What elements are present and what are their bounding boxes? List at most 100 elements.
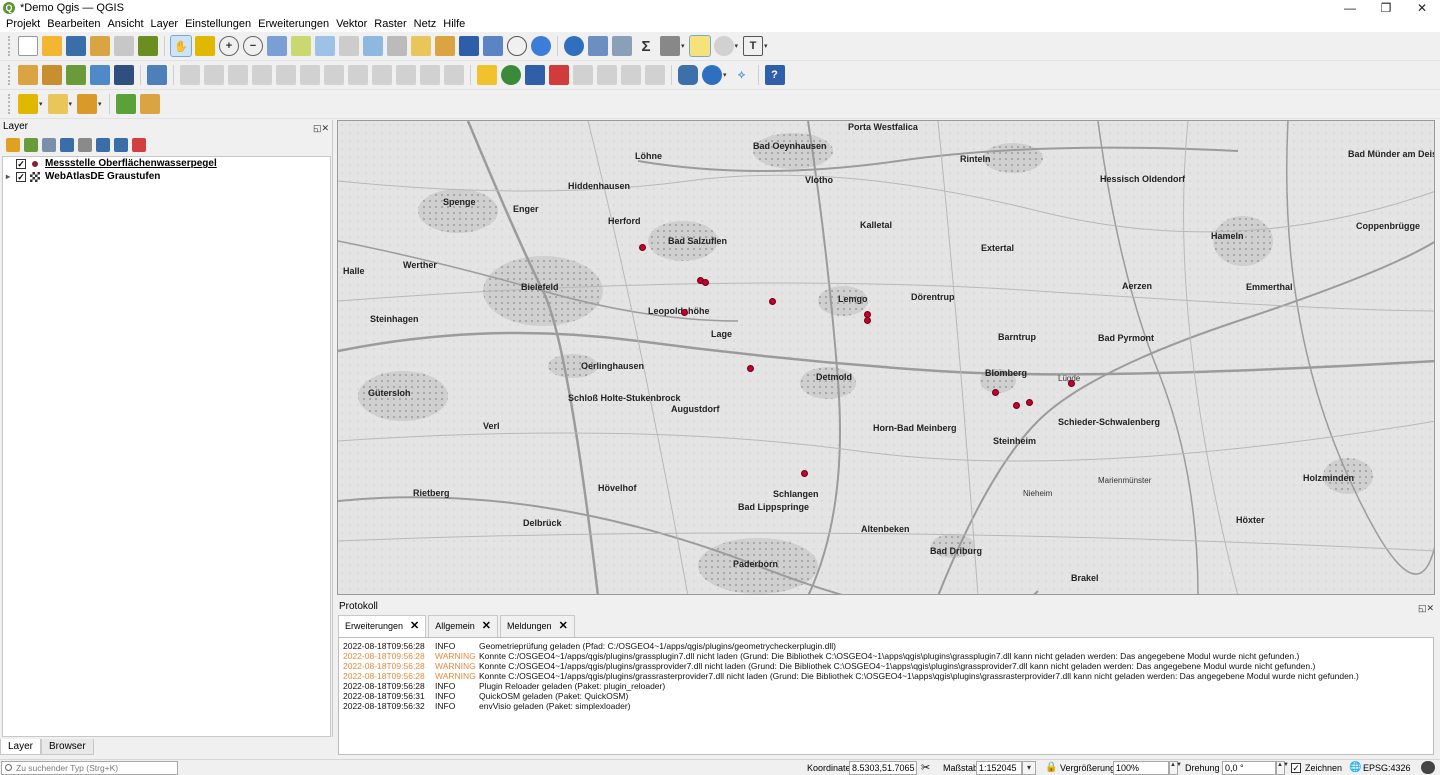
panel-float-close-icon[interactable]: ◱✕ (313, 121, 329, 135)
locator-search-input[interactable]: Zu suchender Typ (Strg+K) (1, 761, 178, 775)
menu-ansicht[interactable]: Ansicht (107, 18, 143, 30)
lock-scale-icon[interactable]: 🔒 (1045, 761, 1057, 775)
add-group-icon[interactable] (24, 138, 38, 152)
layer-name[interactable]: Messstelle Oberflächenwasserpegel (45, 158, 217, 169)
maximize-button[interactable]: ❐ (1368, 0, 1404, 16)
refresh-icon[interactable] (531, 36, 551, 56)
zoom-native-icon[interactable] (339, 36, 359, 56)
field-calculator-icon[interactable] (612, 36, 632, 56)
select-icon[interactable] (713, 36, 734, 56)
diagram-icon[interactable] (501, 65, 521, 85)
chevron-down-icon[interactable]: ▾ (735, 42, 739, 50)
gauging-station-point[interactable] (702, 279, 709, 286)
attribute-table-icon[interactable] (588, 36, 608, 56)
crs-globe-icon[interactable]: 🌐 (1349, 761, 1361, 775)
scale-dropdown-icon[interactable]: ▾ (1022, 761, 1036, 775)
map-canvas[interactable]: Porta Westfalica Bad Oeynhausen Rinteln … (337, 120, 1435, 595)
menu-layer[interactable]: Layer (151, 18, 179, 30)
gauging-station-point[interactable] (1013, 402, 1020, 409)
save-edits-icon[interactable] (228, 65, 248, 85)
chevron-down-icon[interactable]: ▾ (98, 100, 102, 108)
zoom-out-icon[interactable]: − (243, 36, 263, 56)
map-tips-icon[interactable] (688, 35, 711, 57)
gauging-station-point[interactable] (992, 389, 999, 396)
close-tab-icon[interactable]: ✕ (559, 616, 568, 637)
layer-visibility-checkbox[interactable]: ✓ (16, 171, 26, 182)
layer-name[interactable]: WebAtlasDE Graustufen (45, 171, 160, 182)
layer-visibility-checkbox[interactable]: ✓ (16, 158, 26, 169)
move-label-icon[interactable] (573, 65, 593, 85)
menu-projekt[interactable]: Projekt (6, 18, 40, 30)
north-arrow-icon[interactable]: ⟡ (732, 65, 752, 85)
gauging-station-point[interactable] (747, 365, 754, 372)
expand-all-icon[interactable] (96, 138, 110, 152)
new-project-icon[interactable] (18, 36, 38, 56)
collapse-all-icon[interactable] (114, 138, 128, 152)
temporal-controller-icon[interactable] (507, 36, 527, 56)
menu-hilfe[interactable]: Hilfe (443, 18, 465, 30)
gauging-station-point[interactable] (1068, 380, 1075, 387)
identify-icon[interactable] (564, 36, 584, 56)
style-manager-icon[interactable] (138, 36, 158, 56)
undo-icon[interactable] (420, 65, 440, 85)
tab-allgemein[interactable]: Allgemein ✕ (428, 615, 499, 637)
add-db-icon[interactable] (114, 65, 134, 85)
pan-icon[interactable]: ✋ (170, 35, 192, 57)
gauging-station-point[interactable] (639, 244, 646, 251)
label-toolbar-icon[interactable] (477, 65, 497, 85)
select-features-icon[interactable] (18, 94, 38, 114)
tab-meldungen[interactable]: Meldungen ✕ (500, 615, 575, 637)
panel-float-close-icon[interactable]: ◱✕ (1418, 600, 1434, 616)
menu-erweiterungen[interactable]: Erweiterungen (258, 18, 329, 30)
chevron-down-icon[interactable]: ▾ (723, 71, 727, 79)
tab-browser[interactable]: Browser (41, 739, 94, 755)
layer-row-messstelle[interactable]: ✓ Messstelle Oberflächenwasserpegel (3, 157, 330, 170)
edit-pencil-icon[interactable] (204, 65, 224, 85)
layer-row-webatlas[interactable]: ▸ ✓ WebAtlasDE Graustufen (3, 170, 330, 183)
show-bookmarks-icon[interactable] (483, 36, 503, 56)
gauging-station-point[interactable] (1026, 399, 1033, 406)
filter-legend-icon[interactable] (60, 138, 74, 152)
close-tab-icon[interactable]: ✕ (410, 616, 419, 637)
close-button[interactable]: ✕ (1404, 0, 1440, 16)
print-layout-icon[interactable] (114, 36, 134, 56)
delete-selected-icon[interactable] (324, 65, 344, 85)
modify-attributes-icon[interactable] (300, 65, 320, 85)
new-3d-view-icon[interactable] (435, 36, 455, 56)
new-map-view-icon[interactable] (411, 36, 431, 56)
menu-einstellungen[interactable]: Einstellungen (185, 18, 251, 30)
help-icon[interactable]: ? (764, 65, 785, 85)
toolbar-grip[interactable] (8, 65, 12, 85)
measure-icon[interactable] (660, 36, 680, 56)
coordinate-field[interactable]: 8.5303,51.7065 (849, 761, 917, 775)
menu-bearbeiten[interactable]: Bearbeiten (47, 18, 100, 30)
toggle-extents-icon[interactable]: ✂ (921, 761, 930, 775)
gauging-station-point[interactable] (864, 317, 871, 324)
zoom-layer-icon[interactable] (315, 36, 335, 56)
new-layer-icon[interactable] (42, 65, 62, 85)
add-virtual-layer-icon[interactable] (147, 65, 167, 85)
chevron-down-icon[interactable]: ▾ (764, 42, 768, 50)
zoom-selection-icon[interactable] (291, 36, 311, 56)
pin-labels-icon[interactable] (525, 65, 545, 85)
rotation-spinner[interactable]: ▲▼ (1276, 761, 1289, 775)
envvisio-icon[interactable] (139, 94, 160, 114)
add-vector-icon[interactable] (66, 65, 86, 85)
magnifier-field[interactable]: 100% (1113, 761, 1169, 775)
gauging-station-point[interactable] (769, 298, 776, 305)
scale-field[interactable]: 1:152045 (976, 761, 1022, 775)
chevron-down-icon[interactable]: ▾ (39, 100, 43, 108)
zoom-in-icon[interactable]: + (219, 36, 239, 56)
minimize-button[interactable]: — (1332, 0, 1368, 16)
chevron-down-icon[interactable]: ▾ (69, 100, 73, 108)
redo-icon[interactable] (444, 65, 464, 85)
close-tab-icon[interactable]: ✕ (482, 616, 491, 637)
change-label-icon[interactable] (621, 65, 641, 85)
magnifier-spinner[interactable]: ▲▼ (1169, 761, 1182, 775)
remove-layer-icon[interactable] (132, 138, 146, 152)
messages-icon[interactable] (1421, 761, 1435, 774)
tab-layer[interactable]: Layer (0, 739, 42, 755)
copy-icon[interactable] (372, 65, 392, 85)
menu-raster[interactable]: Raster (374, 18, 406, 30)
open-project-icon[interactable] (42, 36, 62, 56)
